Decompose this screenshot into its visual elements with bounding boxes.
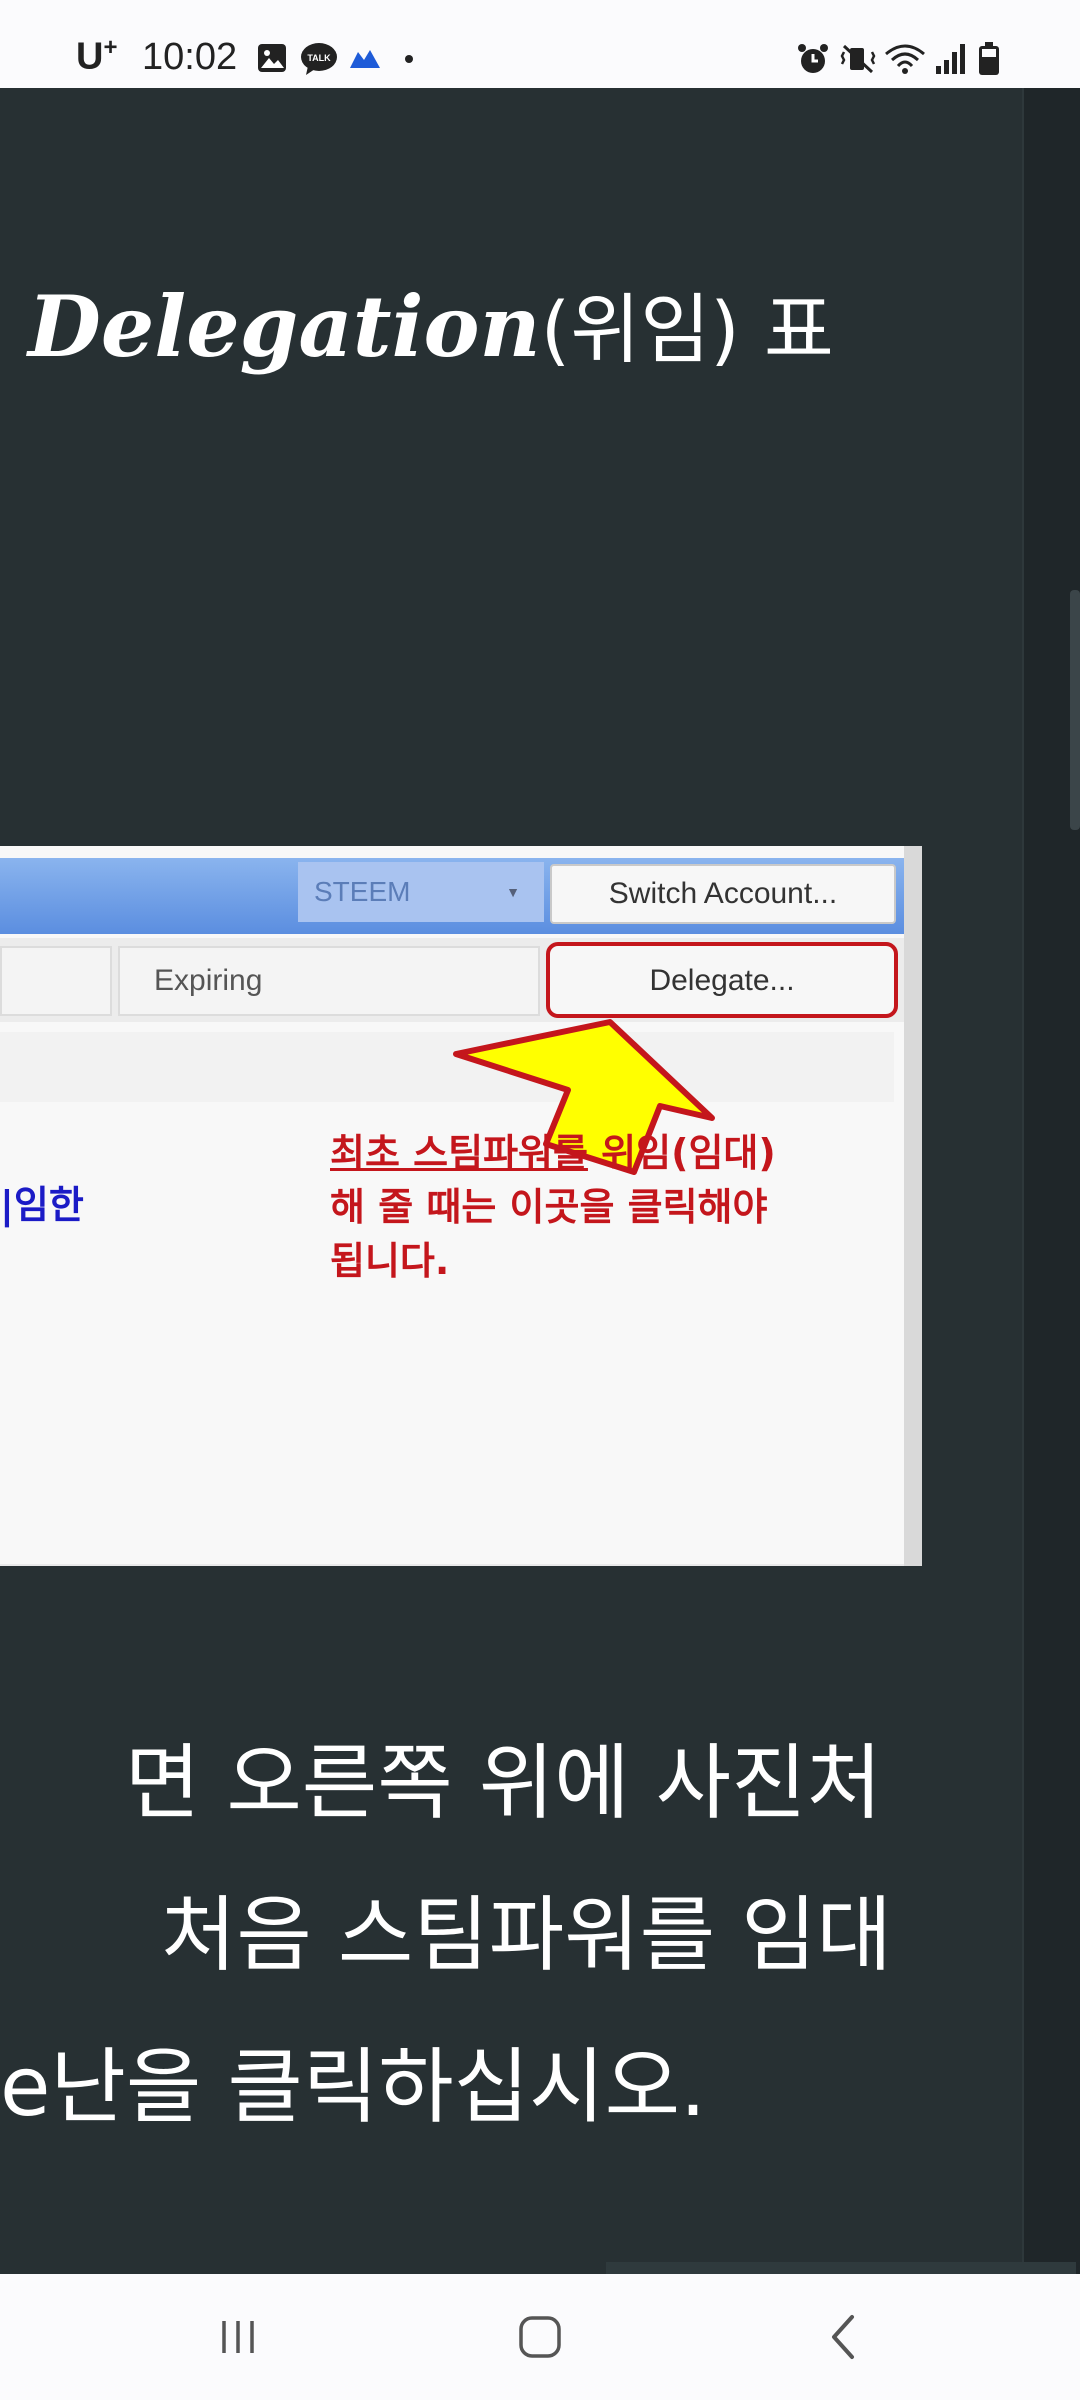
side-panel-edge <box>1022 88 1080 2274</box>
heading-italic: Delegation <box>28 277 541 376</box>
article-body: 면 오른쪽 위에 사진처 처음 스팀파워를 임대 e난을 클릭하십시오. <box>0 1708 1022 2164</box>
kakaotalk-icon: TALK <box>301 43 337 75</box>
caret-down-icon: ▼ <box>506 884 520 900</box>
horizontal-scrollbar[interactable] <box>606 2262 1076 2274</box>
expiring-tab: Expiring <box>118 946 540 1016</box>
article-heading: Delegation(위임) 표 <box>28 268 834 378</box>
cloud-icon <box>350 50 380 68</box>
status-bar: U+ 10:02 TALK <box>0 0 1080 88</box>
wifi-icon <box>885 44 925 74</box>
back-button[interactable] <box>784 2302 904 2372</box>
switch-account-button: Switch Account... <box>550 864 896 924</box>
screenshot-canvas: STEEM ▼ Switch Account... Expiring Delega… <box>0 846 904 1564</box>
back-icon <box>832 2315 854 2359</box>
navigation-bar <box>0 2274 1080 2400</box>
signal-icon <box>936 44 965 74</box>
alarm-icon <box>798 44 828 73</box>
screenshot-scrollbar <box>904 846 922 1566</box>
body-line: e난을 클릭하십시오. <box>0 2040 707 2135</box>
screenshot-band <box>0 1032 894 1102</box>
dot-icon <box>405 55 413 63</box>
recent-apps-icon <box>222 2321 254 2353</box>
body-line: 처음 스팀파워를 임대 <box>160 1888 892 1983</box>
home-icon <box>519 2316 561 2358</box>
delegate-button: Delegate... <box>546 942 898 1018</box>
currency-select: STEEM ▼ <box>298 862 544 922</box>
clock: 10:02 <box>142 36 238 78</box>
screenshot-annotation: 최초 스팀파워를 위임(임대) 해 줄 때는 이곳을 클릭해야 됩니다. <box>330 1131 776 1283</box>
screenshot-tab-left <box>0 946 112 1016</box>
heading-rest: (위임) 표 <box>540 285 834 374</box>
article-view[interactable]: Delegation(위임) 표 STEEM ▼ Switch Account..… <box>0 88 1022 2274</box>
recent-apps-button[interactable] <box>178 2302 298 2372</box>
home-button[interactable] <box>480 2302 600 2372</box>
page-scrollbar[interactable] <box>1070 590 1080 830</box>
screenshot-blue-text: |임한 <box>0 1183 84 1227</box>
svg-text:TALK: TALK <box>307 53 331 63</box>
embedded-screenshot: STEEM ▼ Switch Account... Expiring Delega… <box>0 846 922 1566</box>
mute-vibrate-icon <box>840 44 876 74</box>
battery-icon <box>979 42 999 75</box>
gallery-icon <box>258 44 286 72</box>
body-line: 면 오른쪽 위에 사진처 <box>124 1736 882 1831</box>
carrier-label: U+ <box>76 34 118 78</box>
